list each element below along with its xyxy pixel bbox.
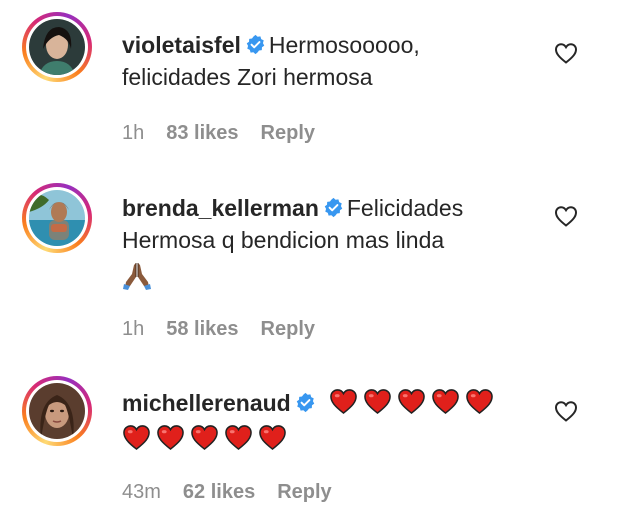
comment-text: violetaisfel Hermosooooo, felicidades Zor… xyxy=(122,29,532,93)
comment-body: Hermosooooo, xyxy=(268,32,420,58)
reply-button[interactable]: Reply xyxy=(261,318,315,340)
comment-time[interactable]: 43m xyxy=(122,481,161,503)
folded-hands-icon xyxy=(123,263,151,290)
red-heart-icon xyxy=(123,425,150,451)
verified-badge-icon xyxy=(324,197,343,218)
heart-icon[interactable] xyxy=(554,205,578,227)
verified-badge-icon xyxy=(246,34,265,55)
red-heart-icon xyxy=(191,425,218,451)
red-heart-icon xyxy=(259,425,286,451)
red-heart-icon xyxy=(364,389,391,415)
comment-username[interactable]: violetaisfel xyxy=(122,32,241,58)
comment-likes[interactable]: 58 likes xyxy=(166,318,238,340)
comment-meta: 43m 62 likes Reply xyxy=(122,480,354,504)
comment-body: Hermosa q bendicion mas linda xyxy=(122,227,445,253)
comment-body: felicidades Zori hermosa xyxy=(122,64,373,90)
comment-time[interactable]: 1h xyxy=(122,122,144,144)
comment-likes[interactable]: 62 likes xyxy=(183,481,255,503)
reply-button[interactable]: Reply xyxy=(261,122,315,144)
red-heart-icon xyxy=(466,389,493,415)
red-heart-icon xyxy=(432,389,459,415)
comment-meta: 1h 83 likes Reply xyxy=(122,121,337,145)
comment-time[interactable]: 1h xyxy=(122,318,144,340)
comment-text: michellerenaud xyxy=(122,387,532,455)
red-heart-icon xyxy=(225,425,252,451)
comment-likes[interactable]: 83 likes xyxy=(166,122,238,144)
avatar[interactable] xyxy=(22,376,92,446)
comment-meta: 1h 58 likes Reply xyxy=(122,317,337,341)
verified-badge-icon xyxy=(296,392,314,413)
comment-body: Felicidades xyxy=(346,195,464,221)
heart-icon[interactable] xyxy=(554,42,578,64)
heart-icon[interactable] xyxy=(554,400,578,422)
red-heart-icon xyxy=(398,389,425,415)
reply-button[interactable]: Reply xyxy=(277,481,331,503)
avatar[interactable] xyxy=(22,12,92,82)
red-heart-icon xyxy=(330,389,357,415)
avatar[interactable] xyxy=(22,183,92,253)
comment-text: brenda_kellerman Felicidades Hermosa q be… xyxy=(122,192,532,290)
comment-username[interactable]: michellerenaud xyxy=(122,390,291,416)
comment-username[interactable]: brenda_kellerman xyxy=(122,195,319,221)
red-heart-icon xyxy=(157,425,184,451)
